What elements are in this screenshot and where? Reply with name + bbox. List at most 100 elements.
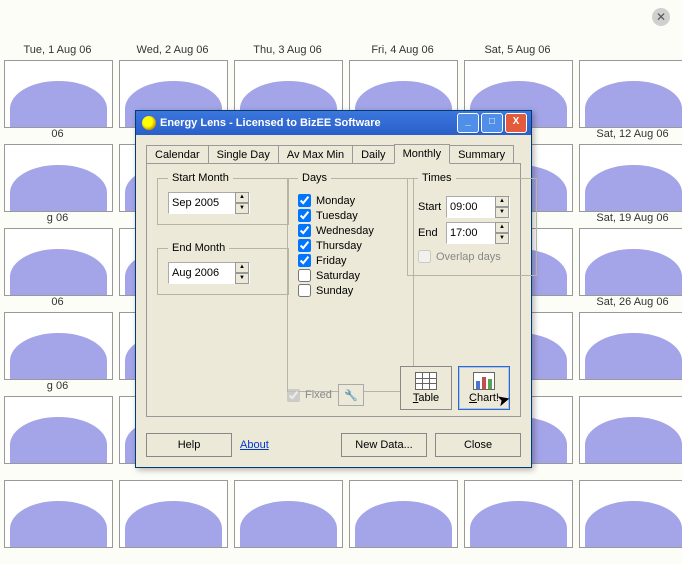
end-time-up-icon[interactable]: ▲ <box>495 222 509 233</box>
end-month-spinner[interactable]: ▲ ▼ <box>168 262 250 284</box>
chart-button[interactable]: Chart! <box>458 366 510 410</box>
day-thursday-checkbox[interactable] <box>298 239 311 252</box>
day-mini-chart <box>579 480 682 548</box>
day-mini-chart <box>579 60 682 128</box>
overlap-days-checkbox <box>418 250 431 263</box>
maximize-button[interactable]: □ <box>481 113 503 133</box>
day-mini-chart <box>4 480 113 548</box>
fixed-tool-button[interactable]: 🔧 <box>338 384 364 406</box>
energy-lens-dialog: Energy Lens - Licensed to BizEE Software… <box>135 110 532 468</box>
tab-daily[interactable]: Daily <box>352 145 394 164</box>
day-mini-chart <box>349 480 458 548</box>
tab-summary[interactable]: Summary <box>449 145 514 164</box>
day-label: Sat, 19 Aug 06 <box>579 212 682 228</box>
day-cell: Sat, 19 Aug 06 <box>575 212 682 296</box>
end-time-input[interactable] <box>447 225 495 241</box>
start-month-legend: Start Month <box>168 172 233 184</box>
day-label <box>579 44 682 60</box>
start-month-input[interactable] <box>169 195 235 211</box>
new-data-button[interactable]: New Data... <box>341 433 427 457</box>
start-month-group: Start Month ▲ ▼ <box>157 172 289 225</box>
tab-calendar[interactable]: Calendar <box>146 145 209 164</box>
day-label <box>4 464 111 480</box>
day-wednesday-checkbox[interactable] <box>298 224 311 237</box>
day-friday[interactable]: Friday <box>298 254 403 267</box>
tab-single-day[interactable]: Single Day <box>208 145 279 164</box>
day-label <box>579 464 682 480</box>
day-mini-chart <box>579 312 682 380</box>
day-cell: Sat, 12 Aug 06 <box>575 128 682 212</box>
day-sunday-checkbox[interactable] <box>298 284 311 297</box>
end-time-down-icon[interactable]: ▼ <box>495 233 509 244</box>
day-tuesday-checkbox[interactable] <box>298 209 311 222</box>
monthly-tab-body: Start Month ▲ ▼ End Month ▲ ▼ Days Mon <box>146 163 521 417</box>
day-label: g 06 <box>4 380 111 396</box>
start-time-up-icon[interactable]: ▲ <box>495 196 509 207</box>
close-dialog-button[interactable]: Close <box>435 433 521 457</box>
table-icon <box>415 372 437 390</box>
day-cell: Sat, 26 Aug 06 <box>575 296 682 380</box>
tab-strip: CalendarSingle DayAv Max MinDailyMonthly… <box>136 135 531 163</box>
times-group: Times Start ▲ ▼ End ▲ ▼ <box>407 172 537 276</box>
start-month-spinner[interactable]: ▲ ▼ <box>168 192 250 214</box>
corner-close-icon[interactable]: ✕ <box>652 8 670 26</box>
fixed-label: Fixed <box>305 389 332 401</box>
wrench-icon: 🔧 <box>344 389 358 402</box>
day-mini-chart <box>4 144 113 212</box>
day-monday[interactable]: Monday <box>298 194 403 207</box>
overlap-days-label: Overlap days <box>436 251 501 263</box>
day-sunday-label: Sunday <box>316 285 353 297</box>
day-friday-checkbox[interactable] <box>298 254 311 267</box>
days-group: Days Monday Tuesday Wednesday Thursday Frida… <box>287 172 414 392</box>
day-label: g 06 <box>4 212 111 228</box>
start-time-spinner[interactable]: ▲ ▼ <box>446 196 510 218</box>
window-title: Energy Lens - Licensed to BizEE Software <box>160 117 455 129</box>
day-thursday[interactable]: Thursday <box>298 239 403 252</box>
start-time-down-icon[interactable]: ▼ <box>495 207 509 218</box>
help-button[interactable]: Help <box>146 433 232 457</box>
day-saturday[interactable]: Saturday <box>298 269 403 282</box>
day-friday-label: Friday <box>316 255 347 267</box>
minimize-button[interactable]: _ <box>457 113 479 133</box>
day-mini-chart <box>579 228 682 296</box>
start-time-input[interactable] <box>447 199 495 215</box>
start-month-up-icon[interactable]: ▲ <box>235 192 249 203</box>
end-month-up-icon[interactable]: ▲ <box>235 262 249 273</box>
end-month-group: End Month ▲ ▼ <box>157 242 289 295</box>
days-legend: Days <box>298 172 331 184</box>
day-mini-chart <box>4 396 113 464</box>
day-cell <box>115 464 230 548</box>
chart-icon <box>473 372 495 390</box>
day-monday-label: Monday <box>316 195 355 207</box>
table-button[interactable]: Table <box>400 366 452 410</box>
day-label: Tue, 1 Aug 06 <box>4 44 111 60</box>
table-button-label: able <box>418 392 439 404</box>
day-saturday-checkbox[interactable] <box>298 269 311 282</box>
day-cell: 06 <box>0 296 115 380</box>
day-monday-checkbox[interactable] <box>298 194 311 207</box>
bottom-button-bar: Help About New Data... Close <box>136 427 531 467</box>
end-month-down-icon[interactable]: ▼ <box>235 273 249 284</box>
end-month-input[interactable] <box>169 265 235 281</box>
day-label: Sat, 5 Aug 06 <box>464 44 571 60</box>
start-month-down-icon[interactable]: ▼ <box>235 203 249 214</box>
day-mini-chart <box>4 60 113 128</box>
end-month-legend: End Month <box>168 242 229 254</box>
end-time-spinner[interactable]: ▲ ▼ <box>446 222 510 244</box>
day-sunday[interactable]: Sunday <box>298 284 403 297</box>
day-tuesday-label: Tuesday <box>316 210 358 222</box>
times-legend: Times <box>418 172 456 184</box>
end-time-label: End <box>418 227 446 239</box>
about-link[interactable]: About <box>240 439 269 451</box>
close-button[interactable]: X <box>505 113 527 133</box>
day-cell: Tue, 1 Aug 06 <box>0 44 115 128</box>
tab-monthly[interactable]: Monthly <box>394 144 451 164</box>
day-cell <box>230 464 345 548</box>
day-cell <box>575 380 682 464</box>
fixed-checkbox <box>287 389 300 402</box>
day-mini-chart <box>234 480 343 548</box>
fixed-row: Fixed 🔧 <box>287 384 364 406</box>
tab-av-max-min[interactable]: Av Max Min <box>278 145 353 164</box>
day-tuesday[interactable]: Tuesday <box>298 209 403 222</box>
day-wednesday[interactable]: Wednesday <box>298 224 403 237</box>
